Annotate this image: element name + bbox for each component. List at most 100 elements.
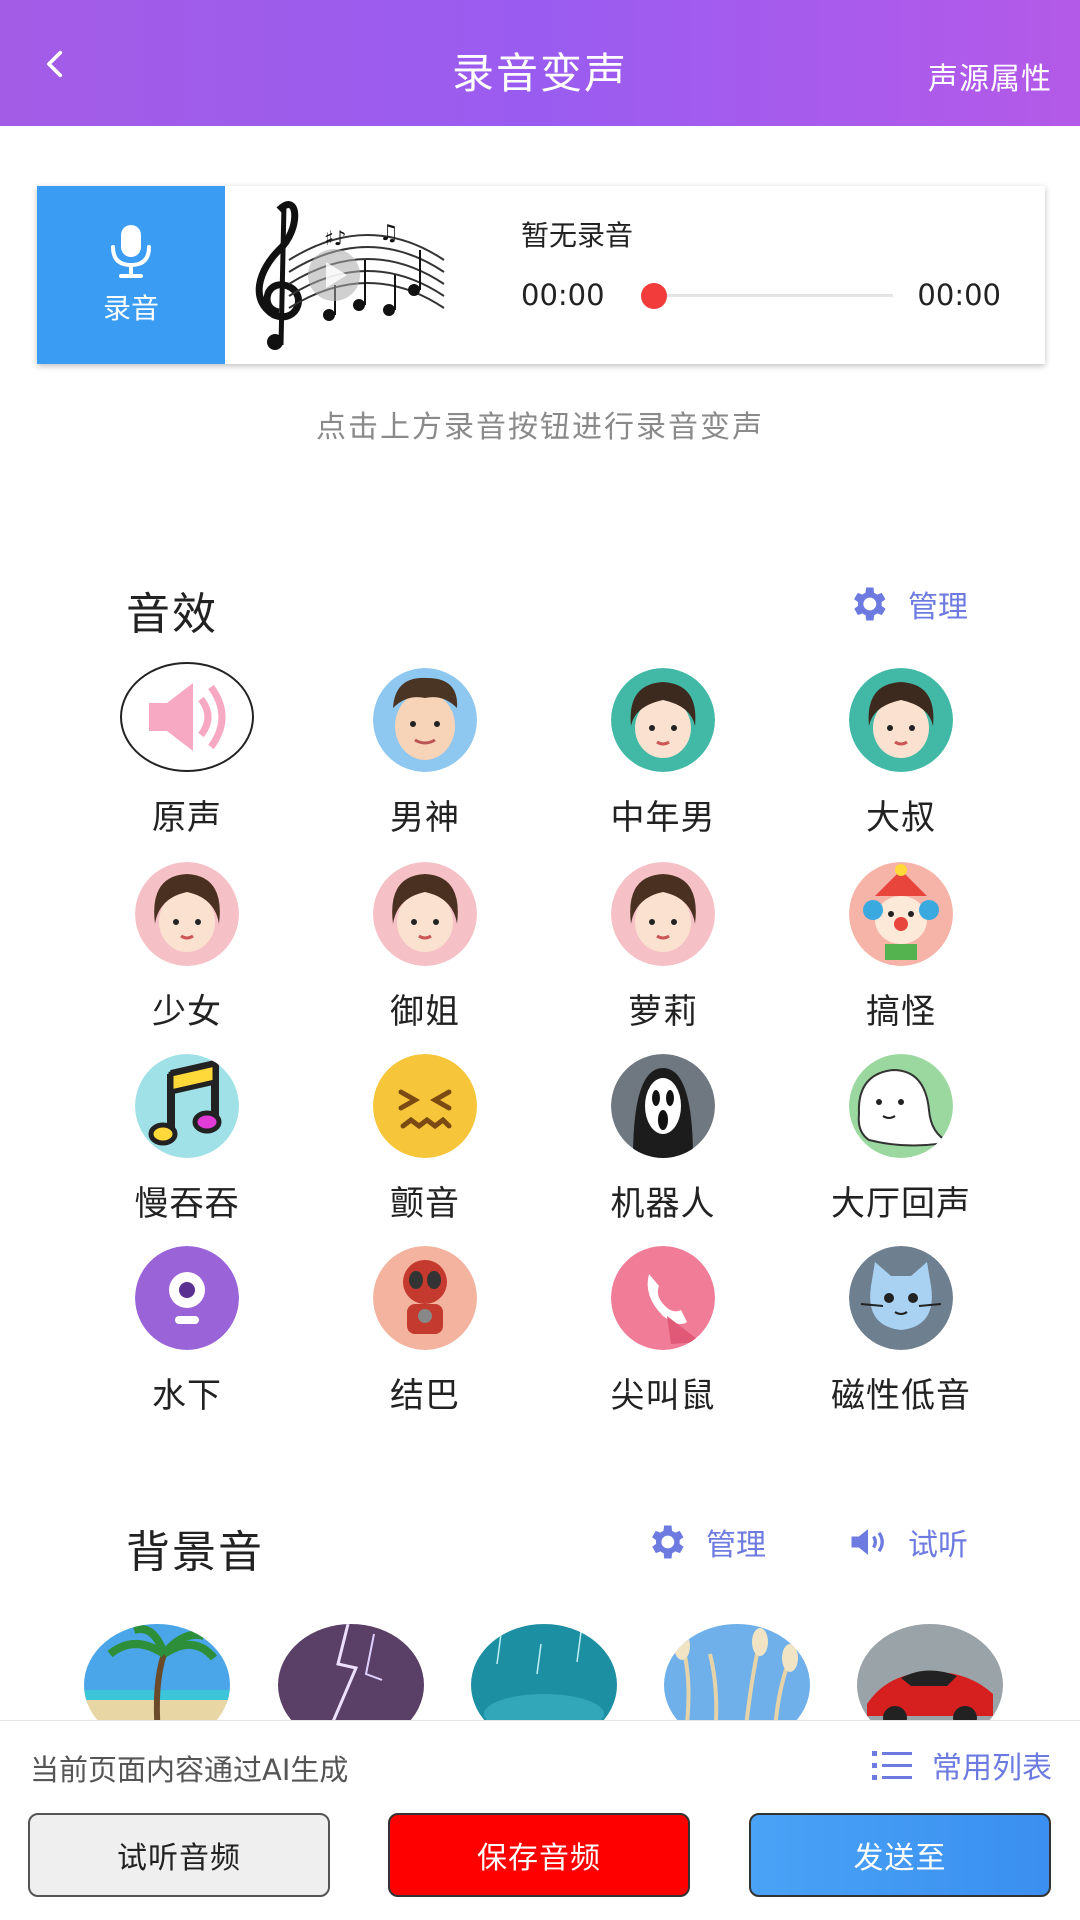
effect-label: 机器人 bbox=[610, 1184, 716, 1224]
dizzy-face-icon bbox=[373, 1054, 477, 1158]
phone-icon bbox=[611, 1246, 715, 1350]
record-button[interactable]: 录音 bbox=[37, 186, 225, 364]
effect-label: 搞怪 bbox=[866, 992, 936, 1032]
effect-icon-frame bbox=[611, 1054, 715, 1158]
effect-icon-frame bbox=[849, 1246, 953, 1350]
ai-generated-note: 当前页面内容通过AI生成 bbox=[30, 1753, 349, 1787]
effect-hall-echo[interactable]: 大厅回声 bbox=[806, 1054, 996, 1234]
effect-original[interactable]: 原声 bbox=[92, 662, 282, 848]
bg-manage-label: 管理 bbox=[706, 1528, 766, 1563]
girl-avatar-icon bbox=[373, 862, 477, 966]
effect-label: 男神 bbox=[390, 798, 460, 838]
effect-label: 御姐 bbox=[390, 992, 460, 1032]
music-notes-artwork[interactable]: ♯♪ ♫ bbox=[229, 190, 469, 360]
effect-icon-frame bbox=[135, 862, 239, 966]
effect-label: 尖叫鼠 bbox=[610, 1376, 716, 1416]
effect-icon-frame bbox=[373, 668, 477, 772]
effect-icon-frame bbox=[611, 1246, 715, 1350]
list-icon bbox=[872, 1751, 912, 1780]
effect-icon-frame bbox=[611, 668, 715, 772]
common-list-label: 常用列表 bbox=[932, 1751, 1052, 1786]
effect-tremolo[interactable]: 颤音 bbox=[330, 1054, 520, 1234]
speaker-icon bbox=[149, 683, 226, 751]
effect-label: 原声 bbox=[152, 798, 222, 838]
effect-loli[interactable]: 萝莉 bbox=[568, 862, 758, 1042]
girl-avatar-icon bbox=[849, 668, 953, 772]
effect-male-god[interactable]: 男神 bbox=[330, 668, 520, 848]
effect-label: 大厅回声 bbox=[831, 1184, 971, 1224]
seek-track[interactable] bbox=[653, 294, 893, 297]
effect-icon-frame bbox=[373, 1054, 477, 1158]
svg-text:♯♪: ♯♪ bbox=[324, 226, 346, 250]
effect-slow[interactable]: 慢吞吞 bbox=[92, 1054, 282, 1234]
robot-hero-icon bbox=[373, 1246, 477, 1350]
music-note-icon bbox=[135, 1054, 239, 1158]
effect-label: 颤音 bbox=[390, 1184, 460, 1224]
current-time: 00:00 bbox=[521, 278, 605, 312]
gear-icon bbox=[854, 587, 886, 621]
effect-icon-frame bbox=[611, 862, 715, 966]
effect-icon-frame bbox=[120, 662, 254, 772]
eye-icon bbox=[135, 1246, 239, 1350]
bottom-panel: 当前页面内容通过AI生成 常用列表 试听音频 保存音频 发送至 bbox=[0, 1720, 1080, 1920]
cat-icon bbox=[849, 1246, 953, 1350]
bg-manage-button[interactable]: 管理 bbox=[644, 1520, 766, 1564]
effects-manage-button[interactable]: 管理 bbox=[846, 582, 968, 626]
girl-avatar-icon bbox=[611, 862, 715, 966]
total-time: 00:00 bbox=[917, 278, 1001, 312]
ghost-mask-icon bbox=[611, 1054, 715, 1158]
bg-listen-button[interactable]: 试听 bbox=[846, 1520, 968, 1564]
effect-middle-aged-man[interactable]: 中年男 bbox=[568, 668, 758, 848]
effect-icon-frame bbox=[373, 1246, 477, 1350]
common-list-button[interactable]: 常用列表 bbox=[872, 1743, 1052, 1787]
effect-label: 大叔 bbox=[866, 798, 936, 838]
effect-young-girl[interactable]: 少女 bbox=[92, 862, 282, 1042]
effect-icon-frame bbox=[135, 1246, 239, 1350]
effects-title: 音效 bbox=[126, 589, 218, 640]
effect-icon-frame bbox=[849, 862, 953, 966]
record-hint: 点击上方录音按钮进行录音变声 bbox=[316, 410, 764, 445]
effect-label: 磁性低音 bbox=[831, 1376, 971, 1416]
effect-uncle[interactable]: 大叔 bbox=[806, 668, 996, 848]
page-title: 录音变声 bbox=[451, 49, 628, 98]
effect-icon-frame bbox=[135, 1054, 239, 1158]
send-to-button[interactable]: 发送至 bbox=[749, 1813, 1051, 1897]
effect-robot[interactable]: 机器人 bbox=[568, 1054, 758, 1234]
music-notes-icon: ♯♪ ♫ bbox=[255, 201, 445, 350]
effect-icon-frame bbox=[849, 668, 953, 772]
app-header: 录音变声 声源属性 bbox=[0, 0, 1080, 126]
svg-text:♫: ♫ bbox=[379, 221, 399, 246]
effects-manage-label: 管理 bbox=[908, 590, 968, 625]
boy-avatar-icon bbox=[373, 668, 477, 772]
effect-icon-frame bbox=[373, 862, 477, 966]
girl-avatar-icon bbox=[135, 862, 239, 966]
effect-label: 水下 bbox=[152, 1376, 222, 1416]
microphone-icon bbox=[111, 225, 151, 278]
effect-label: 结巴 bbox=[390, 1376, 460, 1416]
listen-audio-button[interactable]: 试听音频 bbox=[28, 1813, 330, 1897]
save-audio-button[interactable]: 保存音频 bbox=[388, 1813, 690, 1897]
effect-magnetic-bass[interactable]: 磁性低音 bbox=[806, 1246, 996, 1426]
record-label: 录音 bbox=[102, 292, 159, 325]
source-properties-link[interactable]: 声源属性 bbox=[928, 54, 1052, 98]
seek-knob[interactable] bbox=[641, 283, 667, 309]
bg-listen-label: 试听 bbox=[908, 1528, 968, 1563]
effect-label: 萝莉 bbox=[628, 992, 698, 1032]
effect-label: 慢吞吞 bbox=[134, 1184, 240, 1224]
effect-underwater[interactable]: 水下 bbox=[92, 1246, 282, 1426]
player-card: 录音 ♯♪ ♫ 暂无录音 00:00 00:00 bbox=[37, 186, 1045, 364]
speaker-icon bbox=[851, 1529, 884, 1555]
effect-funny[interactable]: 搞怪 bbox=[806, 862, 996, 1042]
clown-icon bbox=[849, 862, 953, 966]
girl-avatar-icon bbox=[611, 668, 715, 772]
effect-stutter[interactable]: 结巴 bbox=[330, 1246, 520, 1426]
gear-icon bbox=[652, 1525, 684, 1559]
ghost-icon bbox=[849, 1054, 953, 1158]
effect-label: 中年男 bbox=[610, 798, 716, 838]
effect-squeak-mouse[interactable]: 尖叫鼠 bbox=[568, 1246, 758, 1426]
recording-status: 暂无录音 bbox=[521, 219, 634, 252]
effect-lady[interactable]: 御姐 bbox=[330, 862, 520, 1042]
effect-label: 少女 bbox=[152, 992, 222, 1032]
bg-music-title: 背景音 bbox=[126, 1527, 264, 1578]
effect-icon-frame bbox=[849, 1054, 953, 1158]
